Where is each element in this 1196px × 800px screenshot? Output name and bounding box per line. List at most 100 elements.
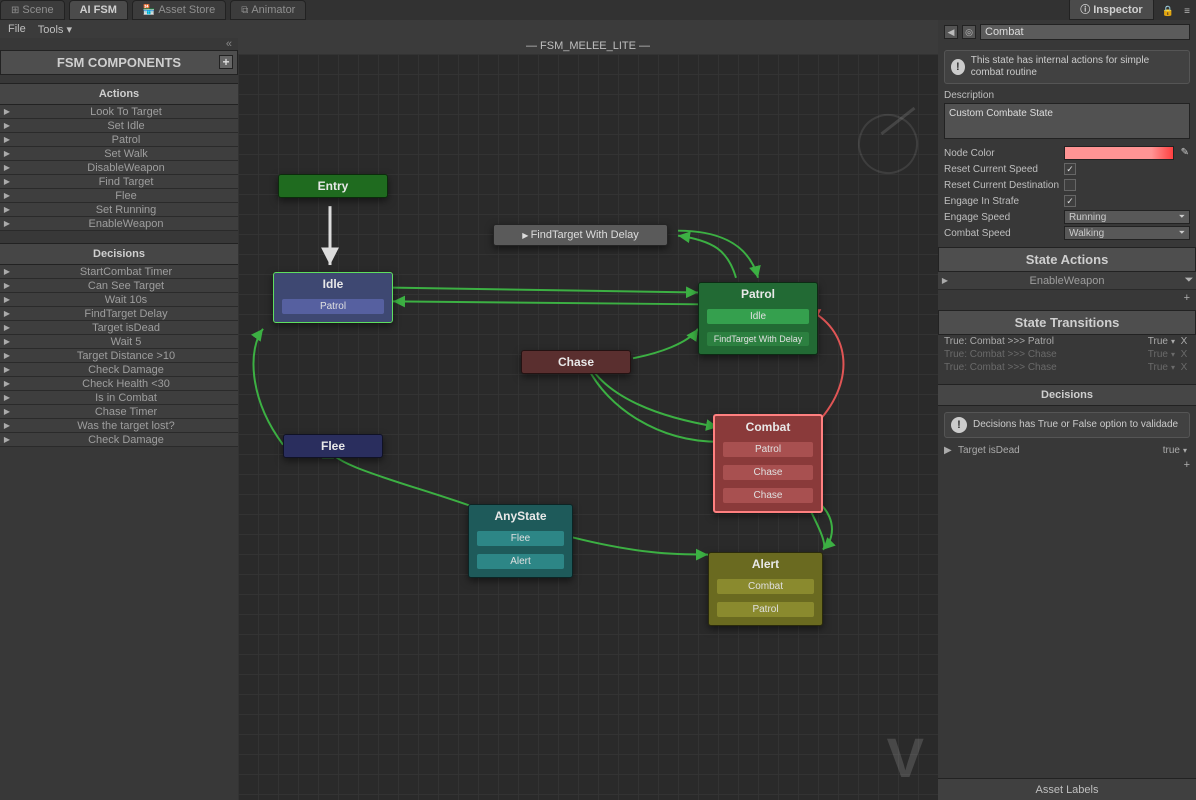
transition-row[interactable]: True: Combat >>> PatrolTrue▾X — [938, 335, 1196, 348]
expand-icon: ▶ — [0, 205, 14, 214]
state-name-input[interactable] — [980, 24, 1190, 40]
action-row[interactable]: ▶Set Running — [0, 203, 238, 217]
decision-row[interactable]: ▶Was the target lost? — [0, 419, 238, 433]
expand-icon: ▶ — [0, 407, 14, 416]
action-row[interactable]: ▶Set Idle — [0, 119, 238, 133]
engage-speed-dropdown[interactable]: Running⏷ — [1064, 210, 1190, 224]
action-row[interactable]: ▶Flee — [0, 189, 238, 203]
node-color-label: Node Color — [944, 148, 1064, 159]
graph-title: — FSM_MELEE_LITE — — [238, 38, 938, 54]
decision-row[interactable]: ▶Is in Combat — [0, 391, 238, 405]
action-row[interactable]: ▶Look To Target — [0, 105, 238, 119]
expand-icon: ▶ — [0, 163, 14, 172]
decision-row[interactable]: ▶Target Distance >10 — [0, 349, 238, 363]
remove-transition-button[interactable]: X — [1178, 336, 1190, 347]
expand-icon: ▶ — [0, 149, 14, 158]
reset-speed-checkbox[interactable] — [1064, 163, 1076, 175]
decision-row[interactable]: ▶Check Damage — [0, 363, 238, 377]
decision-row[interactable]: ▶Check Health <30 — [0, 377, 238, 391]
eyedropper-icon[interactable]: ✎ — [1181, 147, 1189, 158]
decision-row[interactable]: ▶ Target isDead true ▾ — [938, 444, 1196, 457]
nav-back-icon[interactable]: ◀ — [944, 25, 958, 39]
node-idle[interactable]: Idle Patrol — [273, 272, 393, 323]
asset-labels-bar: Asset Labels — [938, 778, 1196, 800]
transition-row[interactable]: True: Combat >>> ChaseTrue▾X — [938, 348, 1196, 361]
node-alert[interactable]: Alert Combat Patrol — [708, 552, 823, 626]
node-flee[interactable]: Flee — [283, 434, 383, 458]
collapse-handle[interactable]: « — [0, 38, 238, 50]
action-row[interactable]: ▶Patrol — [0, 133, 238, 147]
decision-row[interactable]: ▶Wait 5 — [0, 335, 238, 349]
action-row[interactable]: ▶Set Walk — [0, 147, 238, 161]
decision-row[interactable]: ▶FindTarget Delay — [0, 307, 238, 321]
remove-transition-button[interactable]: X — [1178, 362, 1190, 373]
insp-decisions-hdr: Decisions — [938, 384, 1196, 406]
node-find-target[interactable]: ▶ FindTarget With Delay — [493, 224, 668, 246]
menu-tools[interactable]: Tools ▾ — [38, 23, 72, 36]
expand-icon: ▶ — [0, 135, 14, 144]
panel-lock-icon[interactable]: 🔒 — [1158, 3, 1178, 20]
decision-row[interactable]: ▶Can See Target — [0, 279, 238, 293]
graph-canvas[interactable]: Entry Idle Patrol ▶ FindTarget With Dela… — [238, 54, 938, 800]
node-anystate[interactable]: AnyState Flee Alert — [468, 504, 573, 578]
expand-icon: ▶ — [0, 191, 14, 200]
expand-icon: ▶ — [0, 309, 14, 318]
expand-icon: ▶ — [0, 393, 14, 402]
watermark-pen-icon — [850, 106, 927, 183]
combat-speed-dropdown[interactable]: Walking⏷ — [1064, 226, 1190, 240]
node-chase[interactable]: Chase — [521, 350, 631, 374]
left-panel: « FSM COMPONENTS + Actions ▶Look To Targ… — [0, 38, 238, 800]
add-decision-button[interactable]: + — [1184, 459, 1190, 471]
tab-animator[interactable]: ⧉Animator — [230, 0, 306, 20]
info-box-actions: ! This state has internal actions for si… — [944, 50, 1190, 84]
expand-icon: ▶ — [0, 435, 14, 444]
expand-icon: ▶ — [0, 219, 14, 228]
add-component-button[interactable]: + — [219, 55, 233, 69]
expand-icon: ▶ — [0, 351, 14, 360]
node-color-field[interactable]: ✎ — [1064, 146, 1174, 160]
description-textarea[interactable]: Custom Combate State — [944, 103, 1190, 139]
decision-row[interactable]: ▶Wait 10s — [0, 293, 238, 307]
engage-strafe-checkbox[interactable] — [1064, 195, 1076, 207]
fsm-components-hdr: FSM COMPONENTS + — [0, 50, 238, 75]
tab-scene[interactable]: ⊞Scene — [0, 0, 65, 20]
menu-file[interactable]: File — [8, 23, 26, 35]
expand-icon: ▶ — [0, 323, 14, 332]
expand-icon: ▶ — [0, 379, 14, 388]
nav-target-icon[interactable]: ◎ — [962, 25, 976, 39]
info-icon: ! — [951, 417, 967, 433]
tab-asset-store[interactable]: 🏪Asset Store — [132, 0, 226, 20]
inspector-panel: ◀ ◎ ! This state has internal actions fo… — [938, 20, 1196, 800]
info-box-decisions: ! Decisions has True or False option to … — [944, 412, 1190, 438]
state-action-row[interactable]: ▶ EnableWeapon ⏷ — [938, 272, 1196, 290]
decision-row[interactable]: ▶Chase Timer — [0, 405, 238, 419]
graph-panel[interactable]: — FSM_MELEE_LITE — — [238, 38, 938, 800]
tab-inspector[interactable]: ⓘInspector — [1069, 0, 1154, 20]
actions-hdr: Actions — [0, 83, 238, 105]
panel-menu-icon[interactable]: ≡ — [1178, 3, 1196, 20]
node-combat[interactable]: Combat Patrol Chase Chase — [713, 414, 823, 513]
expand-icon: ▶ — [0, 121, 14, 130]
decisions-hdr: Decisions — [0, 243, 238, 265]
remove-transition-button[interactable]: X — [1178, 349, 1190, 360]
action-row[interactable]: ▶DisableWeapon — [0, 161, 238, 175]
add-state-action-button[interactable]: + — [1184, 292, 1190, 304]
action-row[interactable]: ▶EnableWeapon — [0, 217, 238, 231]
info-icon: ! — [951, 59, 965, 75]
decision-row[interactable]: ▶Target isDead — [0, 321, 238, 335]
node-entry[interactable]: Entry — [278, 174, 388, 198]
node-patrol[interactable]: Patrol Idle FindTarget With Delay — [698, 282, 818, 355]
expand-icon: ▶ — [0, 365, 14, 374]
transition-row[interactable]: True: Combat >>> ChaseTrue▾X — [938, 361, 1196, 374]
reset-dest-checkbox[interactable] — [1064, 179, 1076, 191]
description-label: Description — [938, 90, 1196, 101]
watermark-icon: V — [887, 725, 924, 790]
expand-icon: ▶ — [0, 337, 14, 346]
expand-icon: ▶ — [0, 267, 14, 276]
expand-icon: ▶ — [0, 281, 14, 290]
tab-ai-fsm[interactable]: AI FSM — [69, 0, 128, 20]
decision-row[interactable]: ▶Check Damage — [0, 433, 238, 447]
state-transitions-hdr: State Transitions — [938, 310, 1196, 335]
decision-row[interactable]: ▶StartCombat Timer — [0, 265, 238, 279]
action-row[interactable]: ▶Find Target — [0, 175, 238, 189]
